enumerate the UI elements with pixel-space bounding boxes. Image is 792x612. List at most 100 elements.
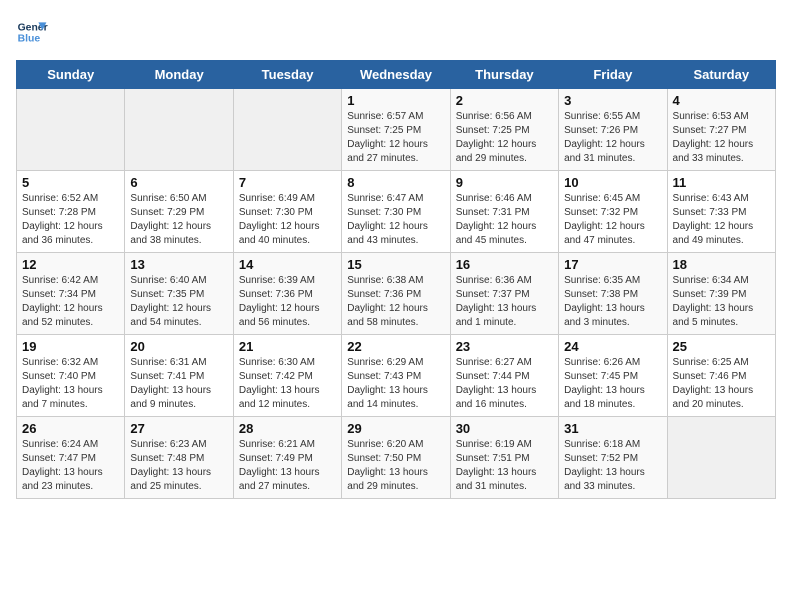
calendar-cell: 8Sunrise: 6:47 AM Sunset: 7:30 PM Daylig… bbox=[342, 171, 450, 253]
day-number: 14 bbox=[239, 257, 336, 272]
calendar-cell: 2Sunrise: 6:56 AM Sunset: 7:25 PM Daylig… bbox=[450, 89, 558, 171]
day-number: 19 bbox=[22, 339, 119, 354]
calendar-cell: 17Sunrise: 6:35 AM Sunset: 7:38 PM Dayli… bbox=[559, 253, 667, 335]
day-number: 9 bbox=[456, 175, 553, 190]
day-number: 6 bbox=[130, 175, 227, 190]
day-info: Sunrise: 6:31 AM Sunset: 7:41 PM Dayligh… bbox=[130, 356, 227, 412]
calendar-cell: 23 Sunrise: 6:27 AM Sunset: 7:44 PM Dayli… bbox=[450, 335, 558, 417]
calendar-cell: 9 Sunrise: 6:46 AM Sunset: 7:31 PM Daylig… bbox=[450, 171, 558, 253]
day-info: Sunrise: 6:45 AM Sunset: 7:32 PM Dayligh… bbox=[564, 192, 661, 248]
day-info: Sunrise: 6:40 AM Sunset: 7:35 PM Dayligh… bbox=[130, 274, 227, 330]
day-number: 4 bbox=[673, 93, 770, 108]
calendar-cell bbox=[125, 89, 233, 171]
day-number: 18 bbox=[673, 257, 770, 272]
day-number: 3 bbox=[564, 93, 661, 108]
calendar-table: SundayMondayTuesdayWednesdayThursdayFrid… bbox=[16, 60, 776, 499]
day-info: Sunrise: 6:49 AM Sunset: 7:30 PM Dayligh… bbox=[239, 192, 336, 248]
calendar-cell: 21 Sunrise: 6:30 AM Sunset: 7:42 PM Dayli… bbox=[233, 335, 341, 417]
calendar-cell: 6 Sunrise: 6:50 AM Sunset: 7:29 PM Daylig… bbox=[125, 171, 233, 253]
calendar-week-3: 12 Sunrise: 6:42 AM Sunset: 7:34 PM Dayli… bbox=[17, 253, 776, 335]
day-info: Sunrise: 6:24 AM Sunset: 7:47 PM Dayligh… bbox=[22, 438, 119, 494]
day-info: Sunrise: 6:29 AM Sunset: 7:43 PM Dayligh… bbox=[347, 356, 444, 412]
calendar-cell: 26 Sunrise: 6:24 AM Sunset: 7:47 PM Dayli… bbox=[17, 417, 125, 499]
calendar-cell: 20 Sunrise: 6:31 AM Sunset: 7:41 PM Dayli… bbox=[125, 335, 233, 417]
calendar-cell: 16Sunrise: 6:36 AM Sunset: 7:37 PM Dayli… bbox=[450, 253, 558, 335]
day-info: Sunrise: 6:39 AM Sunset: 7:36 PM Dayligh… bbox=[239, 274, 336, 330]
day-info: Sunrise: 6:53 AM Sunset: 7:27 PM Dayligh… bbox=[673, 110, 770, 166]
day-header-friday: Friday bbox=[559, 61, 667, 89]
calendar-cell: 27 Sunrise: 6:23 AM Sunset: 7:48 PM Dayli… bbox=[125, 417, 233, 499]
day-header-thursday: Thursday bbox=[450, 61, 558, 89]
day-number: 10 bbox=[564, 175, 661, 190]
day-info: Sunrise: 6:32 AM Sunset: 7:40 PM Dayligh… bbox=[22, 356, 119, 412]
day-header-sunday: Sunday bbox=[17, 61, 125, 89]
calendar-week-2: 5Sunrise: 6:52 AM Sunset: 7:28 PM Daylig… bbox=[17, 171, 776, 253]
day-info: Sunrise: 6:19 AM Sunset: 7:51 PM Dayligh… bbox=[456, 438, 553, 494]
page-header: General Blue bbox=[16, 16, 776, 48]
day-number: 28 bbox=[239, 421, 336, 436]
calendar-cell: 10 Sunrise: 6:45 AM Sunset: 7:32 PM Dayli… bbox=[559, 171, 667, 253]
calendar-week-5: 26 Sunrise: 6:24 AM Sunset: 7:47 PM Dayli… bbox=[17, 417, 776, 499]
day-number: 29 bbox=[347, 421, 444, 436]
day-number: 12 bbox=[22, 257, 119, 272]
day-info: Sunrise: 6:23 AM Sunset: 7:48 PM Dayligh… bbox=[130, 438, 227, 494]
day-header-saturday: Saturday bbox=[667, 61, 775, 89]
calendar-cell: 4 Sunrise: 6:53 AM Sunset: 7:27 PM Daylig… bbox=[667, 89, 775, 171]
day-number: 23 bbox=[456, 339, 553, 354]
calendar-cell: 29Sunrise: 6:20 AM Sunset: 7:50 PM Dayli… bbox=[342, 417, 450, 499]
day-number: 25 bbox=[673, 339, 770, 354]
calendar-cell: 1 Sunrise: 6:57 AM Sunset: 7:25 PM Daylig… bbox=[342, 89, 450, 171]
day-info: Sunrise: 6:25 AM Sunset: 7:46 PM Dayligh… bbox=[673, 356, 770, 412]
calendar-cell: 14 Sunrise: 6:39 AM Sunset: 7:36 PM Dayli… bbox=[233, 253, 341, 335]
day-info: Sunrise: 6:55 AM Sunset: 7:26 PM Dayligh… bbox=[564, 110, 661, 166]
calendar-cell: 15 Sunrise: 6:38 AM Sunset: 7:36 PM Dayli… bbox=[342, 253, 450, 335]
day-number: 7 bbox=[239, 175, 336, 190]
day-info: Sunrise: 6:26 AM Sunset: 7:45 PM Dayligh… bbox=[564, 356, 661, 412]
day-number: 11 bbox=[673, 175, 770, 190]
day-info: Sunrise: 6:30 AM Sunset: 7:42 PM Dayligh… bbox=[239, 356, 336, 412]
calendar-cell: 28Sunrise: 6:21 AM Sunset: 7:49 PM Dayli… bbox=[233, 417, 341, 499]
day-info: Sunrise: 6:42 AM Sunset: 7:34 PM Dayligh… bbox=[22, 274, 119, 330]
calendar-cell bbox=[17, 89, 125, 171]
day-number: 20 bbox=[130, 339, 227, 354]
calendar-cell: 22 Sunrise: 6:29 AM Sunset: 7:43 PM Dayli… bbox=[342, 335, 450, 417]
day-info: Sunrise: 6:35 AM Sunset: 7:38 PM Dayligh… bbox=[564, 274, 661, 330]
calendar-cell: 31Sunrise: 6:18 AM Sunset: 7:52 PM Dayli… bbox=[559, 417, 667, 499]
calendar-week-4: 19 Sunrise: 6:32 AM Sunset: 7:40 PM Dayli… bbox=[17, 335, 776, 417]
day-number: 21 bbox=[239, 339, 336, 354]
day-number: 15 bbox=[347, 257, 444, 272]
day-header-tuesday: Tuesday bbox=[233, 61, 341, 89]
calendar-cell: 25 Sunrise: 6:25 AM Sunset: 7:46 PM Dayli… bbox=[667, 335, 775, 417]
calendar-cell: 19 Sunrise: 6:32 AM Sunset: 7:40 PM Dayli… bbox=[17, 335, 125, 417]
day-info: Sunrise: 6:38 AM Sunset: 7:36 PM Dayligh… bbox=[347, 274, 444, 330]
day-number: 5 bbox=[22, 175, 119, 190]
calendar-cell: 11 Sunrise: 6:43 AM Sunset: 7:33 PM Dayli… bbox=[667, 171, 775, 253]
day-info: Sunrise: 6:36 AM Sunset: 7:37 PM Dayligh… bbox=[456, 274, 553, 330]
day-info: Sunrise: 6:34 AM Sunset: 7:39 PM Dayligh… bbox=[673, 274, 770, 330]
day-info: Sunrise: 6:56 AM Sunset: 7:25 PM Dayligh… bbox=[456, 110, 553, 166]
calendar-cell bbox=[233, 89, 341, 171]
day-info: Sunrise: 6:57 AM Sunset: 7:25 PM Dayligh… bbox=[347, 110, 444, 166]
day-header-monday: Monday bbox=[125, 61, 233, 89]
day-info: Sunrise: 6:18 AM Sunset: 7:52 PM Dayligh… bbox=[564, 438, 661, 494]
day-number: 27 bbox=[130, 421, 227, 436]
day-number: 24 bbox=[564, 339, 661, 354]
calendar-cell: 12 Sunrise: 6:42 AM Sunset: 7:34 PM Dayli… bbox=[17, 253, 125, 335]
day-number: 1 bbox=[347, 93, 444, 108]
day-number: 26 bbox=[22, 421, 119, 436]
day-info: Sunrise: 6:27 AM Sunset: 7:44 PM Dayligh… bbox=[456, 356, 553, 412]
day-number: 30 bbox=[456, 421, 553, 436]
day-info: Sunrise: 6:43 AM Sunset: 7:33 PM Dayligh… bbox=[673, 192, 770, 248]
calendar-cell: 7 Sunrise: 6:49 AM Sunset: 7:30 PM Daylig… bbox=[233, 171, 341, 253]
day-header-wednesday: Wednesday bbox=[342, 61, 450, 89]
day-number: 8 bbox=[347, 175, 444, 190]
logo: General Blue bbox=[16, 16, 48, 48]
calendar-cell: 24 Sunrise: 6:26 AM Sunset: 7:45 PM Dayli… bbox=[559, 335, 667, 417]
day-info: Sunrise: 6:46 AM Sunset: 7:31 PM Dayligh… bbox=[456, 192, 553, 248]
day-number: 13 bbox=[130, 257, 227, 272]
day-info: Sunrise: 6:50 AM Sunset: 7:29 PM Dayligh… bbox=[130, 192, 227, 248]
svg-text:Blue: Blue bbox=[18, 34, 41, 45]
calendar-cell: 18 Sunrise: 6:34 AM Sunset: 7:39 PM Dayli… bbox=[667, 253, 775, 335]
calendar-cell: 5Sunrise: 6:52 AM Sunset: 7:28 PM Daylig… bbox=[17, 171, 125, 253]
day-number: 22 bbox=[347, 339, 444, 354]
